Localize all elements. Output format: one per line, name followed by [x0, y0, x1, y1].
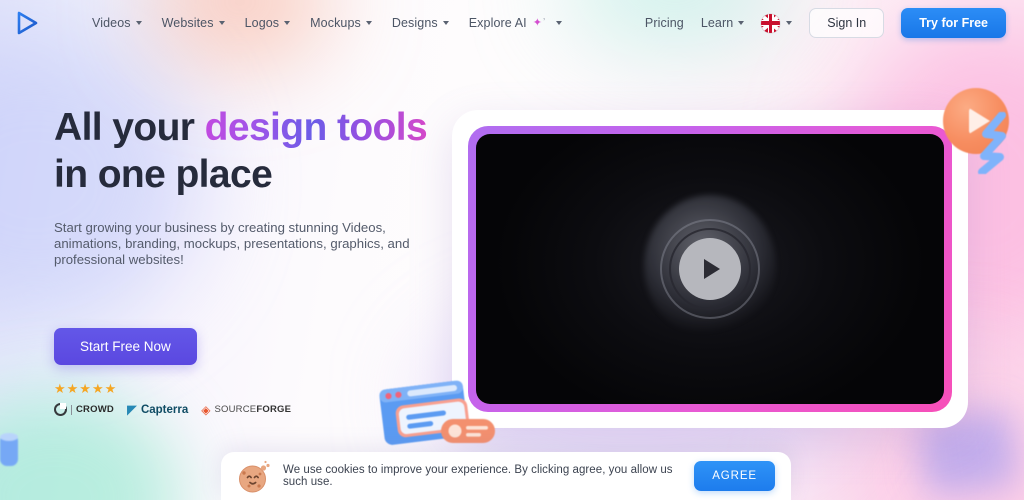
- sourceforge-icon: ◈: [201, 402, 211, 417]
- nav-item-videos[interactable]: Videos: [92, 16, 142, 30]
- capterra-icon: ◤: [126, 401, 137, 417]
- chevron-down-icon: [135, 21, 142, 25]
- headline-line-two: in one place: [54, 153, 273, 196]
- rating-stars-glyphs: ★★★★★: [54, 381, 118, 396]
- video-gradient-frame: [468, 126, 952, 412]
- nav-item-learn[interactable]: Learn: [700, 16, 745, 30]
- nav-label-explore-ai: Explore AI: [468, 16, 527, 30]
- badge-label-sourceforge: SOURCEFORGE: [215, 404, 292, 415]
- nav-label-logos: Logos: [244, 16, 280, 30]
- chevron-down-icon: [786, 21, 793, 25]
- primary-nav-links: Videos Websites Logos Mockups Designs Ex…: [92, 16, 563, 30]
- nav-item-explore-ai[interactable]: Explore AI ✦ ʼ: [468, 16, 563, 30]
- badge-label-g2: CROWD: [76, 404, 114, 415]
- nav-label-videos: Videos: [92, 16, 131, 30]
- brand-logo[interactable]: [12, 8, 42, 38]
- sf-light: SOURCE: [214, 404, 257, 415]
- cookie-agree-button[interactable]: AGREE: [694, 461, 775, 491]
- cookie-glyph: [239, 460, 270, 493]
- cookie-message: We use cookies to improve your experienc…: [283, 464, 673, 488]
- nav-item-logos[interactable]: Logos: [245, 16, 291, 30]
- start-free-now-button[interactable]: Start Free Now: [54, 328, 197, 365]
- top-navigation-bar: Videos Websites Logos Mockups Designs Ex…: [0, 0, 1024, 46]
- chevron-down-icon: [284, 21, 291, 25]
- sign-in-button[interactable]: Sign In: [809, 8, 885, 38]
- hero-subtitle: Start growing your business by creating …: [54, 220, 410, 267]
- language-selector[interactable]: [761, 13, 793, 33]
- chevron-down-icon: [365, 21, 372, 25]
- page-title: All your design tools in one place: [54, 104, 454, 198]
- cookie-icon: [235, 456, 275, 496]
- try-for-free-button[interactable]: Try for Free: [901, 8, 1006, 38]
- badge-g2-crowd[interactable]: CROWD: [54, 403, 114, 416]
- nav-item-mockups[interactable]: Mockups: [310, 16, 372, 30]
- headline-plain-part: All your: [54, 106, 205, 149]
- hero-content: All your design tools in one place Start…: [54, 104, 454, 416]
- blue-cylinder-decoration: [0, 432, 22, 472]
- uk-flag-icon: [761, 13, 781, 33]
- badge-divider: [71, 404, 72, 415]
- chevron-down-icon: [556, 21, 563, 25]
- blue-zigzag-decoration: [975, 111, 1015, 176]
- nav-label-learn: Learn: [700, 16, 734, 30]
- nav-label-designs: Designs: [391, 16, 438, 30]
- chevron-down-icon: [442, 21, 449, 25]
- video-player-card: [452, 110, 968, 428]
- sf-bold: FORGE: [256, 404, 292, 415]
- ai-sparkle-icon: ✦ ʼ: [532, 16, 546, 29]
- chevron-down-icon: [218, 21, 225, 25]
- cylinder-icon: [0, 433, 18, 466]
- zigzag-icon: [978, 111, 1006, 176]
- pill-icon: [441, 419, 495, 443]
- nav-label-mockups: Mockups: [310, 16, 361, 30]
- nav-label-pricing: Pricing: [644, 16, 684, 30]
- badge-capterra[interactable]: ◤ Capterra: [126, 401, 189, 417]
- chevron-down-icon: [738, 21, 745, 25]
- nav-item-designs[interactable]: Designs: [392, 16, 449, 30]
- nav-item-websites[interactable]: Websites: [162, 16, 225, 30]
- video-play-button[interactable]: [679, 238, 741, 300]
- nav-item-pricing[interactable]: Pricing: [645, 16, 684, 30]
- badge-sourceforge[interactable]: ◈ SOURCEFORGE: [201, 402, 292, 417]
- nav-label-websites: Websites: [161, 16, 214, 30]
- headline-gradient-part: design tools: [204, 106, 428, 149]
- play-triangle-logo-icon: [17, 11, 38, 35]
- cookie-consent-banner: We use cookies to improve your experienc…: [221, 452, 791, 500]
- secondary-nav-links: Pricing Learn Sign In Try for Free: [645, 8, 1006, 38]
- video-screen[interactable]: [476, 134, 944, 404]
- badge-label-capterra: Capterra: [140, 403, 189, 416]
- g2-icon: [54, 403, 67, 416]
- play-icon: [704, 259, 720, 279]
- orange-pill-decoration: [440, 418, 496, 444]
